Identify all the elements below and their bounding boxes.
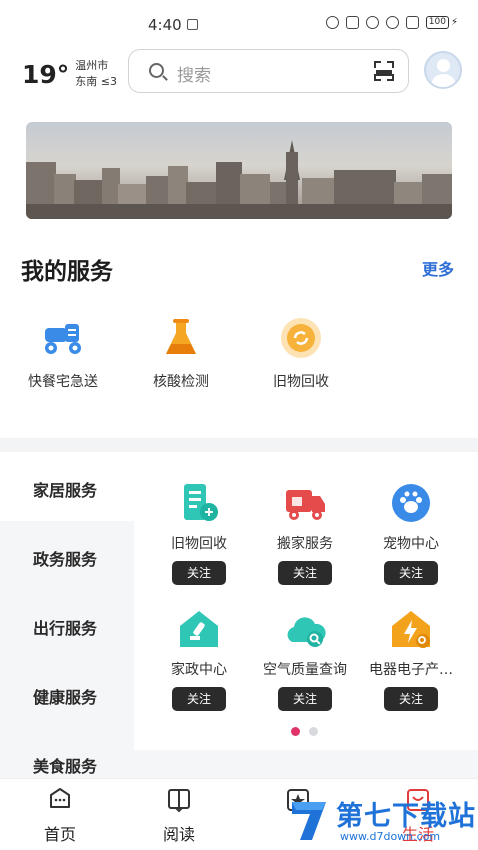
grid-item-pet-center[interactable]: 宠物中心 关注: [356, 482, 466, 585]
charging-icon: ⚡: [450, 17, 458, 28]
follow-button[interactable]: 关注: [384, 687, 438, 711]
my-services-title: 我的服务: [21, 259, 113, 285]
category-sidebar: 家居服务 政务服务 出行服务 健康服务 美食服务: [0, 452, 134, 778]
nfc-icon: [345, 16, 359, 29]
grid-item-label: 电器电子产…: [369, 662, 453, 678]
home-chat-icon: [47, 787, 73, 813]
follow-button[interactable]: 关注: [384, 561, 438, 585]
watermark-url: www.d7down.com: [340, 830, 441, 843]
book-icon: [166, 787, 192, 813]
wifi-icon: [385, 16, 399, 29]
house-cleaning-icon: [178, 608, 220, 650]
city-name: 温州市: [75, 59, 109, 72]
follow-button[interactable]: 关注: [278, 561, 332, 585]
category-grid: 旧物回收 关注 搬家服务 关注 宠物中心 关注 家政中心 关注 空气质量查询 关…: [134, 452, 478, 750]
battery-indicator: 100 ⚡: [425, 16, 458, 29]
grid-bottom-spacer: [134, 750, 478, 778]
wind-info: 东南 ≤3: [75, 75, 118, 88]
category-label: 出行服务: [33, 619, 98, 638]
house-lightning-icon: [390, 608, 432, 650]
status-bar: 4:40 100 ⚡: [0, 0, 478, 44]
service-delivery[interactable]: 快餐宅急送: [18, 316, 108, 391]
city-skyline-illustration: [26, 140, 452, 219]
section-divider: [0, 438, 478, 452]
page-dot[interactable]: [309, 727, 318, 736]
tab-label: 首页: [43, 825, 76, 844]
temperature: 19°: [22, 59, 70, 89]
more-link[interactable]: 更多: [422, 256, 454, 280]
weather-details: 温州市 东南 ≤3: [75, 58, 117, 90]
grid-item-label: 搬家服务: [277, 536, 333, 552]
status-time: 4:40: [148, 16, 182, 34]
mute-bell-icon: [365, 16, 379, 29]
follow-button[interactable]: 关注: [172, 687, 226, 711]
category-label: 家居服务: [33, 481, 98, 500]
document-recycle-icon: [178, 482, 220, 524]
cloud-air-icon: [284, 608, 326, 650]
grid-item-moving[interactable]: 搬家服务 关注: [250, 482, 360, 585]
category-label: 政务服务: [33, 550, 98, 569]
watermark-title: 第七下载站: [336, 801, 476, 832]
category-home-services[interactable]: 家居服务: [0, 452, 134, 521]
grid-item-recycle[interactable]: 旧物回收 关注: [144, 482, 254, 585]
weather-widget[interactable]: 19° 温州市 东南 ≤3: [22, 58, 117, 90]
grid-item-electronics[interactable]: 电器电子产… 关注: [356, 608, 466, 711]
service-label: 核酸检测: [153, 374, 209, 390]
category-label: 美食服务: [33, 757, 98, 776]
paw-icon: [390, 482, 432, 524]
status-icons: 100 ⚡: [325, 16, 458, 29]
category-travel-services[interactable]: 出行服务: [0, 590, 134, 659]
avatar[interactable]: [424, 51, 462, 89]
service-label: 旧物回收: [273, 374, 329, 390]
moving-truck-icon: [284, 482, 326, 524]
page-dot-active[interactable]: [291, 727, 300, 736]
follow-button[interactable]: 关注: [278, 687, 332, 711]
tab-home[interactable]: 首页: [20, 787, 100, 845]
delivery-scooter-icon: [41, 316, 85, 360]
tab-label: 阅读: [162, 825, 195, 844]
grid-item-label: 空气质量查询: [263, 662, 347, 678]
battery-level: 100: [425, 16, 449, 29]
category-government-services[interactable]: 政务服务: [0, 521, 134, 590]
watermark-logo: [292, 802, 326, 840]
service-recycle[interactable]: 旧物回收: [256, 316, 346, 391]
page-indicator: [291, 727, 318, 736]
signal-icon: [405, 16, 419, 29]
city-banner-image[interactable]: [26, 122, 452, 219]
category-label: 健康服务: [33, 688, 98, 707]
category-health-services[interactable]: 健康服务: [0, 659, 134, 728]
notification-icon: [187, 19, 198, 30]
service-label: 快餐宅急送: [28, 374, 98, 390]
watermark: 第七下载站 www.d7down.com: [286, 792, 476, 850]
test-tube-icon: [159, 316, 203, 360]
grid-item-label: 旧物回收: [171, 536, 227, 552]
search-placeholder: 搜索: [177, 66, 211, 86]
follow-button[interactable]: 关注: [172, 561, 226, 585]
grid-item-label: 家政中心: [171, 662, 227, 678]
search-input[interactable]: 搜索: [128, 49, 409, 93]
grid-item-air-quality[interactable]: 空气质量查询 关注: [250, 608, 360, 711]
grid-item-label: 宠物中心: [383, 536, 439, 552]
service-nucleic-test[interactable]: 核酸检测: [136, 316, 226, 391]
scan-icon[interactable]: [374, 61, 394, 81]
grid-item-housekeeping[interactable]: 家政中心 关注: [144, 608, 254, 711]
recycle-icon: [279, 316, 323, 360]
eye-icon: [325, 16, 339, 29]
tab-reading[interactable]: 阅读: [139, 787, 219, 845]
app-page: 4:40 100 ⚡ 19° 温州市 东南 ≤3 搜索 我的服务 更多 快餐宅急…: [0, 0, 478, 850]
search-icon: [149, 63, 164, 78]
